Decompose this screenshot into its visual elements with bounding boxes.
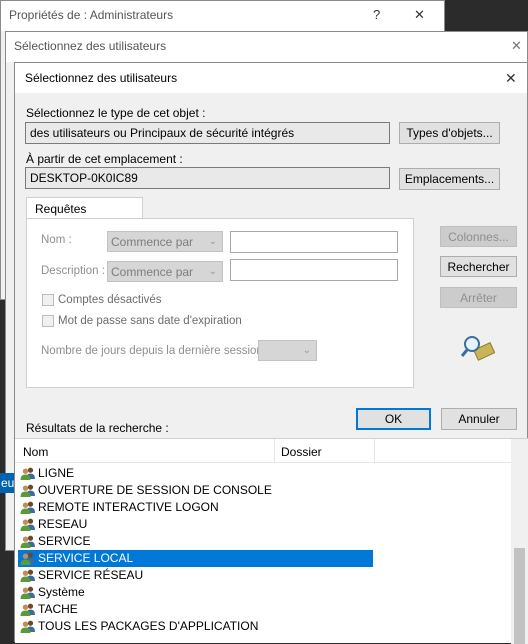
columns-button: Colonnes... [440, 226, 517, 247]
column-separator [274, 439, 275, 463]
close-icon[interactable]: ✕ [414, 5, 425, 25]
tab-common-queries[interactable]: Requêtes communes [26, 197, 143, 230]
description-label: Description : [41, 265, 105, 277]
list-item-label: TOUS LES PACKAGES D'APPLICATION [38, 619, 259, 633]
list-item[interactable]: REMOTE INTERACTIVE LOGON [18, 499, 373, 516]
description-input [230, 259, 398, 281]
non-expiring-password-checkbox [42, 315, 54, 327]
user-group-icon [20, 620, 35, 633]
list-item-label: RESEAU [38, 517, 88, 531]
list-item[interactable]: RESEAU [18, 516, 373, 533]
user-group-icon [20, 586, 35, 599]
user-group-icon [20, 569, 35, 582]
list-item[interactable]: SERVICE RÉSEAU [18, 567, 373, 584]
locations-button[interactable]: Emplacements... [399, 168, 500, 190]
close-icon[interactable]: ✕ [505, 68, 517, 88]
user-group-icon [20, 484, 35, 497]
user-group-icon [20, 467, 35, 480]
list-item[interactable]: SERVICE LOCAL [18, 550, 373, 567]
dialog-title: Sélectionnez des utilisateurs [25, 71, 178, 85]
results-rows: LIGNE OUVERTURE DE SESSION DE CONSOLE REMO… [15, 465, 511, 643]
search-button[interactable]: Rechercher [440, 256, 517, 277]
list-item-label: SERVICE [38, 534, 91, 548]
stub-text: eu [1, 476, 15, 490]
list-item[interactable]: OUVERTURE DE SESSION DE CONSOLE [18, 482, 373, 499]
dialog-titlebar: Sélectionnez des utilisateurs ✕ [15, 63, 527, 93]
location-label: À partir de cet emplacement : [26, 152, 183, 166]
results-list[interactable]: Nom Dossier LIGNE OUVERTURE DE SESSION DE… [15, 438, 528, 644]
name-input [230, 231, 398, 253]
list-item-label: SERVICE LOCAL [38, 551, 134, 565]
cancel-button[interactable]: Annuler [441, 408, 517, 430]
properties-titlebar: Propriétés de : Administrateurs ? ✕ [1, 1, 444, 31]
results-header: Nom Dossier [15, 439, 511, 463]
select-users-back-title: Sélectionnez des utilisateurs [14, 39, 167, 53]
chevron-down-icon: ⌄ [208, 236, 217, 247]
chevron-down-icon: ⌄ [302, 345, 311, 356]
list-item[interactable]: SERVICE [18, 533, 373, 550]
column-header-name[interactable]: Nom [23, 445, 48, 459]
list-item-label: OUVERTURE DE SESSION DE CONSOLE [38, 483, 272, 497]
object-type-field: des utilisateurs ou Principaux de sécuri… [25, 122, 390, 144]
user-group-icon [20, 535, 35, 548]
list-item[interactable]: LIGNE [18, 465, 373, 482]
disabled-accounts-label: Comptes désactivés [58, 294, 162, 306]
name-label: Nom : [41, 234, 72, 246]
name-operator-select: Commence par ⌄ [107, 231, 223, 252]
description-operator-value: Commence par [111, 265, 194, 279]
location-field: DESKTOP-0K0IC89 [25, 167, 390, 189]
results-label: Résultats de la recherche : [26, 421, 169, 435]
disabled-accounts-checkbox [42, 294, 54, 306]
column-header-folder[interactable]: Dossier [281, 445, 322, 459]
description-operator-select: Commence par ⌄ [107, 261, 223, 282]
object-types-button[interactable]: Types d'objets... [399, 122, 500, 144]
days-since-login-label: Nombre de jours depuis la dernière sessi… [41, 345, 270, 357]
search-magnifier-icon [460, 333, 496, 361]
days-since-login-select: ⌄ [258, 340, 317, 361]
name-operator-value: Commence par [111, 235, 194, 249]
stop-button: Arrêter [440, 287, 517, 308]
user-group-icon [20, 518, 35, 531]
list-item[interactable]: TACHE [18, 601, 373, 618]
vertical-scrollbar[interactable] [511, 439, 528, 644]
column-separator [374, 439, 375, 463]
list-item-label: TACHE [38, 602, 78, 616]
chevron-down-icon: ⌄ [208, 266, 217, 277]
background-taskbar-stub: eu [0, 473, 15, 493]
scrollbar-thumb[interactable] [514, 548, 525, 644]
select-users-dialog: Sélectionnez des utilisateurs ✕ Sélectio… [14, 62, 528, 644]
user-group-icon [20, 501, 35, 514]
ok-button[interactable]: OK [356, 408, 431, 430]
properties-title: Propriétés de : Administrateurs [9, 8, 174, 22]
user-group-icon [20, 552, 35, 565]
list-item-label: REMOTE INTERACTIVE LOGON [38, 500, 219, 514]
list-item[interactable]: TOUS LES PACKAGES D'APPLICATION [18, 618, 373, 635]
list-item-label: SERVICE RÉSEAU [38, 568, 144, 582]
close-icon[interactable]: ✕ [511, 36, 522, 56]
select-users-back-titlebar: Sélectionnez des utilisateurs ✕ [6, 32, 527, 62]
object-type-label: Sélectionnez le type de cet objet : [26, 106, 206, 120]
non-expiring-password-label: Mot de passe sans date d'expiration [58, 315, 242, 327]
list-item[interactable]: Système [18, 584, 373, 601]
help-icon[interactable]: ? [373, 5, 380, 25]
user-group-icon [20, 603, 35, 616]
list-item-label: LIGNE [38, 466, 75, 480]
list-item-label: Système [38, 585, 85, 599]
